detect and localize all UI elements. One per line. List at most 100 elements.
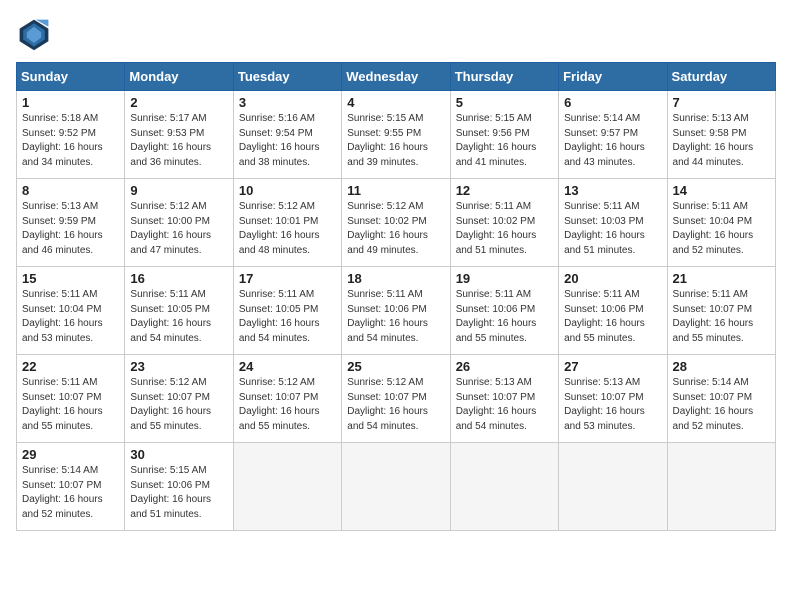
day-info: Sunrise: 5:13 AM Sunset: 10:07 PM Daylig… bbox=[456, 376, 553, 434]
day-info: Sunrise: 5:12 AM Sunset: 10:01 PM Daylig… bbox=[239, 200, 336, 258]
calendar-cell: 18 Sunrise: 5:11 AM Sunset: 10:06 PM Dayl… bbox=[342, 267, 450, 355]
calendar-table: SundayMondayTuesdayWednesdayThursdayFrid… bbox=[16, 62, 776, 531]
weekday-header-friday: Friday bbox=[559, 63, 667, 91]
calendar-cell: 20Sunrise: 5:11 AM Sunset: 10:06 PM Dayl… bbox=[559, 267, 667, 355]
day-info: Sunrise: 5:16 AM Sunset: 9:54 PM Dayligh… bbox=[239, 112, 336, 170]
logo bbox=[16, 16, 58, 52]
calendar-cell: 4 Sunrise: 5:15 AM Sunset: 9:55 PM Daylig… bbox=[342, 91, 450, 179]
day-number: 21 bbox=[673, 271, 770, 286]
week-row-5: 29 Sunrise: 5:14 AM Sunset: 10:07 PM Dayl… bbox=[17, 443, 776, 531]
day-info: Sunrise: 5:11 AM Sunset: 10:06 PM Daylig… bbox=[456, 288, 553, 346]
calendar-cell: 9Sunrise: 5:12 AM Sunset: 10:00 PM Dayli… bbox=[125, 179, 233, 267]
weekday-header-thursday: Thursday bbox=[450, 63, 558, 91]
day-number: 27 bbox=[564, 359, 661, 374]
day-info: Sunrise: 5:15 AM Sunset: 9:55 PM Dayligh… bbox=[347, 112, 444, 170]
calendar-cell: 7 Sunrise: 5:13 AM Sunset: 9:58 PM Daylig… bbox=[667, 91, 775, 179]
weekday-header-saturday: Saturday bbox=[667, 63, 775, 91]
day-number: 1 bbox=[22, 95, 119, 110]
day-number: 6 bbox=[564, 95, 661, 110]
calendar-cell: 2 Sunrise: 5:17 AM Sunset: 9:53 PM Daylig… bbox=[125, 91, 233, 179]
day-info: Sunrise: 5:12 AM Sunset: 10:02 PM Daylig… bbox=[347, 200, 444, 258]
calendar-cell bbox=[342, 443, 450, 531]
day-number: 12 bbox=[456, 183, 553, 198]
day-info: Sunrise: 5:12 AM Sunset: 10:07 PM Daylig… bbox=[130, 376, 227, 434]
weekday-header-row: SundayMondayTuesdayWednesdayThursdayFrid… bbox=[17, 63, 776, 91]
day-number: 15 bbox=[22, 271, 119, 286]
calendar-cell: 23 Sunrise: 5:12 AM Sunset: 10:07 PM Dayl… bbox=[125, 355, 233, 443]
weekday-header-tuesday: Tuesday bbox=[233, 63, 341, 91]
logo-icon bbox=[16, 16, 52, 52]
day-info: Sunrise: 5:14 AM Sunset: 10:07 PM Daylig… bbox=[22, 464, 119, 522]
week-row-3: 15 Sunrise: 5:11 AM Sunset: 10:04 PM Dayl… bbox=[17, 267, 776, 355]
day-number: 29 bbox=[22, 447, 119, 462]
calendar-cell: 3 Sunrise: 5:16 AM Sunset: 9:54 PM Daylig… bbox=[233, 91, 341, 179]
day-number: 5 bbox=[456, 95, 553, 110]
day-number: 30 bbox=[130, 447, 227, 462]
calendar-cell: 6 Sunrise: 5:14 AM Sunset: 9:57 PM Daylig… bbox=[559, 91, 667, 179]
calendar-cell: 1 Sunrise: 5:18 AM Sunset: 9:52 PM Daylig… bbox=[17, 91, 125, 179]
day-number: 26 bbox=[456, 359, 553, 374]
week-row-4: 22 Sunrise: 5:11 AM Sunset: 10:07 PM Dayl… bbox=[17, 355, 776, 443]
calendar-cell: 14Sunrise: 5:11 AM Sunset: 10:04 PM Dayl… bbox=[667, 179, 775, 267]
calendar-cell: 21 Sunrise: 5:11 AM Sunset: 10:07 PM Dayl… bbox=[667, 267, 775, 355]
day-info: Sunrise: 5:13 AM Sunset: 9:59 PM Dayligh… bbox=[22, 200, 119, 258]
page-header bbox=[16, 16, 776, 52]
calendar-cell: 29 Sunrise: 5:14 AM Sunset: 10:07 PM Dayl… bbox=[17, 443, 125, 531]
day-number: 8 bbox=[22, 183, 119, 198]
day-number: 24 bbox=[239, 359, 336, 374]
day-info: Sunrise: 5:18 AM Sunset: 9:52 PM Dayligh… bbox=[22, 112, 119, 170]
calendar-cell: 13 Sunrise: 5:11 AM Sunset: 10:03 PM Dayl… bbox=[559, 179, 667, 267]
calendar-cell: 19 Sunrise: 5:11 AM Sunset: 10:06 PM Dayl… bbox=[450, 267, 558, 355]
day-number: 25 bbox=[347, 359, 444, 374]
day-info: Sunrise: 5:11 AM Sunset: 10:05 PM Daylig… bbox=[130, 288, 227, 346]
day-number: 2 bbox=[130, 95, 227, 110]
day-info: Sunrise: 5:14 AM Sunset: 9:57 PM Dayligh… bbox=[564, 112, 661, 170]
calendar-cell: 15 Sunrise: 5:11 AM Sunset: 10:04 PM Dayl… bbox=[17, 267, 125, 355]
day-info: Sunrise: 5:11 AM Sunset: 10:07 PM Daylig… bbox=[673, 288, 770, 346]
day-number: 23 bbox=[130, 359, 227, 374]
week-row-2: 8 Sunrise: 5:13 AM Sunset: 9:59 PM Daylig… bbox=[17, 179, 776, 267]
day-info: Sunrise: 5:11 AM Sunset: 10:04 PM Daylig… bbox=[673, 200, 770, 258]
day-info: Sunrise: 5:17 AM Sunset: 9:53 PM Dayligh… bbox=[130, 112, 227, 170]
day-number: 16 bbox=[130, 271, 227, 286]
day-info: Sunrise: 5:12 AM Sunset: 10:07 PM Daylig… bbox=[239, 376, 336, 434]
day-number: 28 bbox=[673, 359, 770, 374]
day-number: 3 bbox=[239, 95, 336, 110]
calendar-cell: 22 Sunrise: 5:11 AM Sunset: 10:07 PM Dayl… bbox=[17, 355, 125, 443]
calendar-cell bbox=[667, 443, 775, 531]
day-number: 22 bbox=[22, 359, 119, 374]
day-info: Sunrise: 5:11 AM Sunset: 10:04 PM Daylig… bbox=[22, 288, 119, 346]
calendar-cell: 8 Sunrise: 5:13 AM Sunset: 9:59 PM Daylig… bbox=[17, 179, 125, 267]
day-number: 17 bbox=[239, 271, 336, 286]
calendar-cell: 25 Sunrise: 5:12 AM Sunset: 10:07 PM Dayl… bbox=[342, 355, 450, 443]
day-info: Sunrise: 5:11 AM Sunset: 10:05 PM Daylig… bbox=[239, 288, 336, 346]
day-info: Sunrise: 5:15 AM Sunset: 9:56 PM Dayligh… bbox=[456, 112, 553, 170]
calendar-cell: 10Sunrise: 5:12 AM Sunset: 10:01 PM Dayl… bbox=[233, 179, 341, 267]
calendar-cell: 17 Sunrise: 5:11 AM Sunset: 10:05 PM Dayl… bbox=[233, 267, 341, 355]
day-number: 11 bbox=[347, 183, 444, 198]
calendar-cell: 26 Sunrise: 5:13 AM Sunset: 10:07 PM Dayl… bbox=[450, 355, 558, 443]
day-number: 18 bbox=[347, 271, 444, 286]
day-number: 20 bbox=[564, 271, 661, 286]
day-info: Sunrise: 5:13 AM Sunset: 10:07 PM Daylig… bbox=[564, 376, 661, 434]
day-info: Sunrise: 5:12 AM Sunset: 10:00 PM Daylig… bbox=[130, 200, 227, 258]
calendar-cell: 5 Sunrise: 5:15 AM Sunset: 9:56 PM Daylig… bbox=[450, 91, 558, 179]
day-number: 13 bbox=[564, 183, 661, 198]
calendar-cell: 24 Sunrise: 5:12 AM Sunset: 10:07 PM Dayl… bbox=[233, 355, 341, 443]
calendar-cell: 16 Sunrise: 5:11 AM Sunset: 10:05 PM Dayl… bbox=[125, 267, 233, 355]
day-number: 7 bbox=[673, 95, 770, 110]
day-info: Sunrise: 5:11 AM Sunset: 10:02 PM Daylig… bbox=[456, 200, 553, 258]
day-number: 4 bbox=[347, 95, 444, 110]
weekday-header-sunday: Sunday bbox=[17, 63, 125, 91]
week-row-1: 1 Sunrise: 5:18 AM Sunset: 9:52 PM Daylig… bbox=[17, 91, 776, 179]
weekday-header-wednesday: Wednesday bbox=[342, 63, 450, 91]
day-info: Sunrise: 5:11 AM Sunset: 10:06 PM Daylig… bbox=[347, 288, 444, 346]
day-info: Sunrise: 5:11 AM Sunset: 10:03 PM Daylig… bbox=[564, 200, 661, 258]
day-info: Sunrise: 5:11 AM Sunset: 10:07 PM Daylig… bbox=[22, 376, 119, 434]
day-info: Sunrise: 5:12 AM Sunset: 10:07 PM Daylig… bbox=[347, 376, 444, 434]
day-info: Sunrise: 5:13 AM Sunset: 9:58 PM Dayligh… bbox=[673, 112, 770, 170]
day-number: 19 bbox=[456, 271, 553, 286]
calendar-cell: 30Sunrise: 5:15 AM Sunset: 10:06 PM Dayl… bbox=[125, 443, 233, 531]
calendar-cell: 27 Sunrise: 5:13 AM Sunset: 10:07 PM Dayl… bbox=[559, 355, 667, 443]
calendar-cell bbox=[450, 443, 558, 531]
